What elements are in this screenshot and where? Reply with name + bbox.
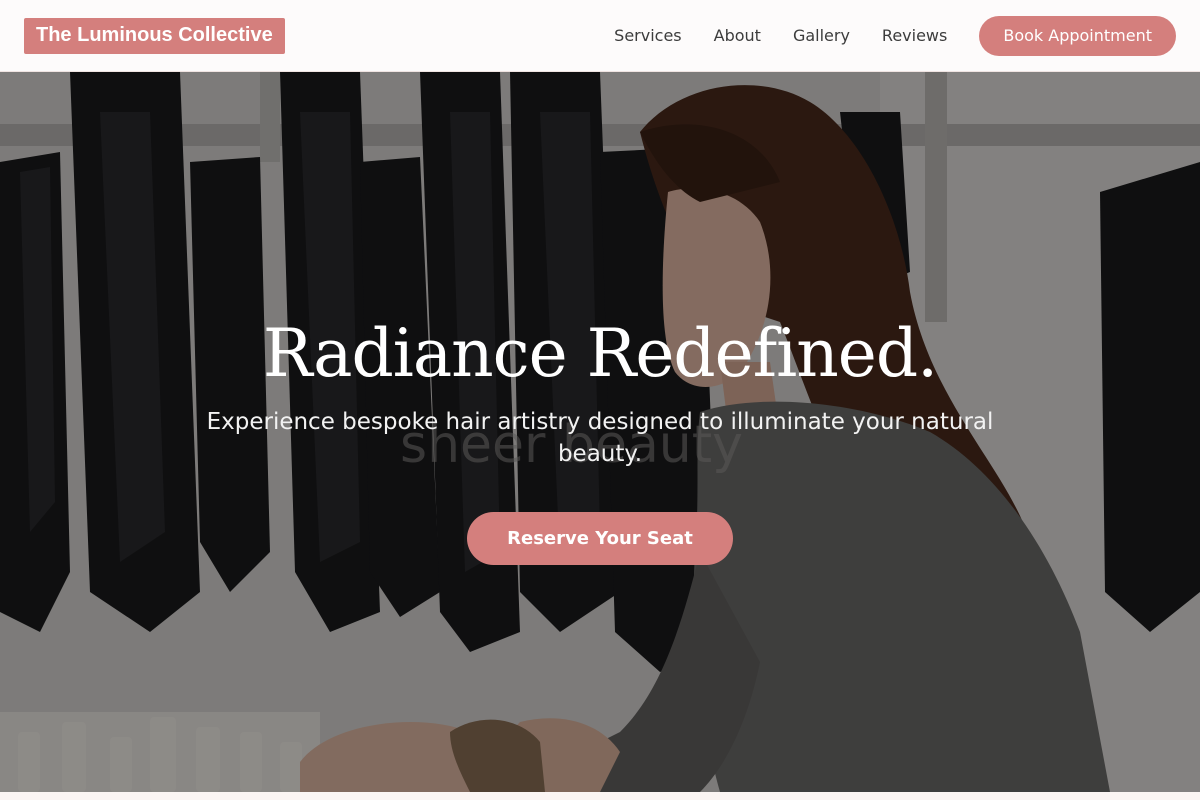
reserve-seat-button[interactable]: Reserve Your Seat bbox=[467, 512, 733, 565]
nav-link-reviews[interactable]: Reviews bbox=[882, 26, 947, 45]
section-divider bbox=[0, 792, 1200, 800]
hero-subtitle: Experience bespoke hair artistry designe… bbox=[206, 409, 994, 467]
site-header: The Luminous Collective Services About G… bbox=[0, 0, 1200, 72]
nav-link-services[interactable]: Services bbox=[614, 26, 681, 45]
brand-logo[interactable]: The Luminous Collective bbox=[24, 17, 285, 54]
hero-section: sheer beauty Radiance Redefined. Experie… bbox=[0, 72, 1200, 792]
book-appointment-button[interactable]: Book Appointment bbox=[979, 15, 1176, 56]
main-nav: Services About Gallery Reviews Book Appo… bbox=[614, 15, 1176, 56]
hero-title: Radiance Redefined. bbox=[262, 315, 938, 392]
nav-link-gallery[interactable]: Gallery bbox=[793, 26, 850, 45]
hero-content: Radiance Redefined. Experience bespoke h… bbox=[0, 72, 1200, 792]
nav-link-about[interactable]: About bbox=[714, 26, 761, 45]
